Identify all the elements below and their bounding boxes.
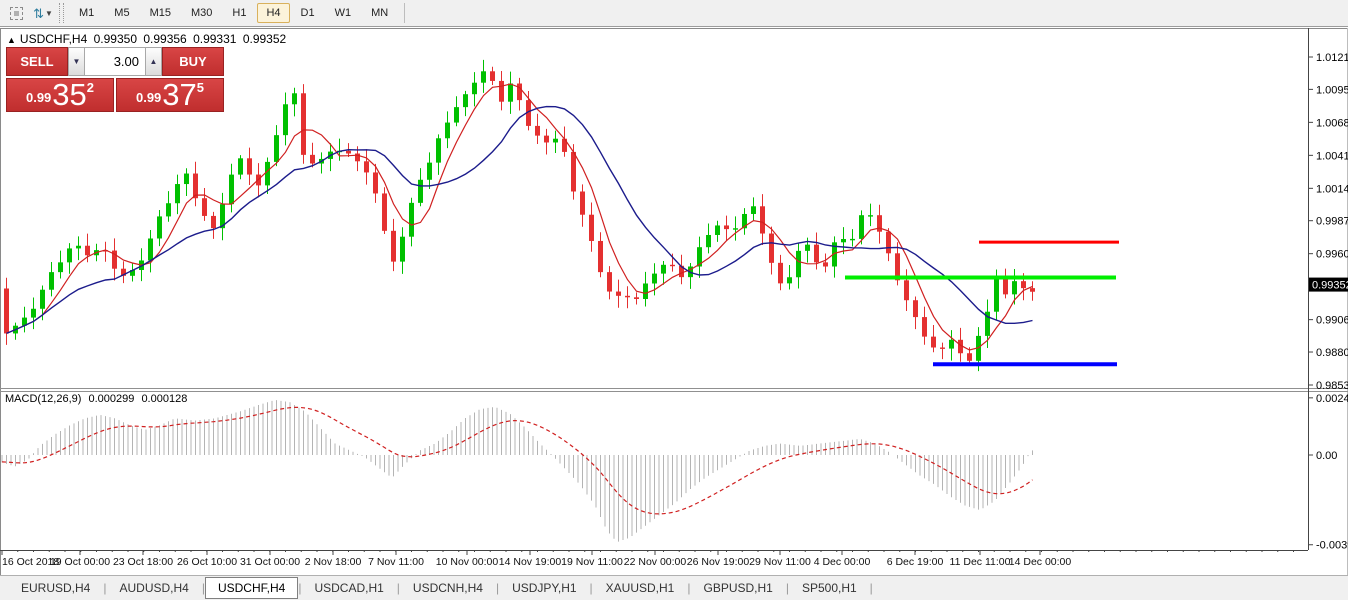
timeframe-group: M1M5M15M30H1H4D1W1MN: [69, 3, 398, 23]
one-click-trade-panel: SELL ▼ ▲ BUY 0.99 35 2 0.99 37 5: [6, 47, 224, 112]
buy-price-button[interactable]: 0.99 37 5: [116, 78, 224, 112]
timeframe-button-w1[interactable]: W1: [326, 3, 361, 23]
macd-tick-label: 0.002492: [1316, 393, 1348, 405]
time-tick-label: 14 Nov 19:00: [499, 556, 562, 568]
time-tick-label: 23 Oct 18:00: [113, 556, 173, 568]
macd-tick-label: -0.003913: [1316, 540, 1348, 552]
sell-price-big: 35: [52, 81, 86, 109]
toolbar-separator: [404, 3, 405, 23]
time-tick-label: 19 Oct 00:00: [50, 556, 110, 568]
time-tick-label: 22 Nov 00:00: [624, 556, 687, 568]
price-tick-label: 1.00410: [1316, 150, 1348, 162]
buy-button[interactable]: BUY: [162, 47, 224, 76]
tab-usdcad-h1[interactable]: USDCAD,H1: [301, 578, 396, 598]
timeframe-button-h4[interactable]: H4: [257, 3, 289, 23]
time-tick-label: 19 Nov 11:00: [561, 556, 623, 568]
time-tick-label: 11 Dec 11:00: [950, 556, 1011, 568]
price-tick-label: 0.99875: [1316, 216, 1348, 228]
price-tick-label: 0.98530: [1316, 380, 1348, 392]
volume-up-button[interactable]: ▲: [145, 47, 162, 76]
timeframe-button-m30[interactable]: M30: [182, 3, 221, 23]
current-price-label: 0.99352: [1312, 280, 1348, 292]
toolbar: ⇅▼ M1M5M15M30H1H4D1W1MN: [0, 0, 1348, 27]
price-tick-label: 1.00140: [1316, 183, 1348, 195]
tab-separator: |: [870, 581, 873, 595]
macd-main-value: 0.000299: [88, 393, 134, 405]
tab-usdcnh-h4[interactable]: USDCNH,H4: [400, 578, 496, 598]
macd-label: MACD(12,26,9) 0.000299 0.000128: [5, 393, 191, 405]
sell-price-sup: 2: [87, 80, 94, 95]
buy-price-sup: 5: [197, 80, 204, 95]
dropdown-caret-icon: ▼: [45, 9, 53, 18]
time-tick-label: 26 Oct 10:00: [177, 556, 237, 568]
ohlc-low: 0.99331: [193, 32, 236, 46]
time-tick-label: 10 Nov 00:00: [436, 556, 499, 568]
sell-price-prefix: 0.99: [26, 88, 51, 109]
chart-title: ▲ USDCHF,H4 0.99350 0.99356 0.99331 0.993…: [7, 32, 289, 46]
tab-sp500-h1[interactable]: SP500,H1: [789, 578, 870, 598]
time-tick-label: 29 Nov 11:00: [749, 556, 811, 568]
tab-gbpusd-h1[interactable]: GBPUSD,H1: [690, 578, 785, 598]
toolbar-grip: [59, 3, 64, 23]
sell-price-button[interactable]: 0.99 35 2: [6, 78, 114, 112]
collapse-triangle-icon[interactable]: ▲: [7, 35, 16, 45]
price-tick-label: 0.99605: [1316, 249, 1348, 261]
timeframe-button-m15[interactable]: M15: [141, 3, 180, 23]
time-tick-label: 14 Dec 00:00: [1009, 556, 1072, 568]
price-tick-label: 1.00950: [1316, 84, 1348, 96]
macd-name: MACD(12,26,9): [5, 393, 81, 405]
selection-icon[interactable]: [5, 3, 27, 23]
timeframe-button-m1[interactable]: M1: [70, 3, 103, 23]
ohlc-high: 0.99356: [143, 32, 186, 46]
volume-down-button[interactable]: ▼: [68, 47, 85, 76]
volume-input[interactable]: [85, 47, 145, 76]
sell-button[interactable]: SELL: [6, 47, 68, 76]
price-tick-label: 0.99065: [1316, 315, 1348, 327]
buy-price-prefix: 0.99: [136, 88, 161, 109]
timeframe-button-mn[interactable]: MN: [362, 3, 397, 23]
price-tick-label: 1.01215: [1316, 52, 1348, 64]
macd-signal-value: 0.000128: [141, 393, 187, 405]
swap-arrows-icon[interactable]: ⇅▼: [32, 3, 54, 23]
chart-symbol: USDCHF,H4: [20, 32, 87, 46]
time-tick-label: 2 Nov 18:00: [305, 556, 362, 568]
time-tick-label: 31 Oct 00:00: [240, 556, 300, 568]
ohlc-open: 0.99350: [94, 32, 137, 46]
macd-tick-label: 0.00: [1316, 450, 1337, 462]
price-tick-label: 1.00680: [1316, 117, 1348, 129]
tab-audusd-h4[interactable]: AUDUSD,H4: [106, 578, 201, 598]
timeframe-button-d1[interactable]: D1: [292, 3, 324, 23]
buy-price-big: 37: [162, 81, 196, 109]
trading-terminal-window: { "toolbar": { "timeframes": ["M1","M5",…: [0, 0, 1348, 600]
time-tick-label: 7 Nov 11:00: [368, 556, 424, 568]
timeframe-button-h1[interactable]: H1: [223, 3, 255, 23]
time-tick-label: 4 Dec 00:00: [814, 556, 871, 568]
tab-eurusd-h4[interactable]: EURUSD,H4: [8, 578, 103, 598]
timeframe-button-m5[interactable]: M5: [105, 3, 138, 23]
time-tick-label: 26 Nov 19:00: [687, 556, 750, 568]
tab-usdjpy-h1[interactable]: USDJPY,H1: [499, 578, 589, 598]
price-tick-label: 0.98800: [1316, 347, 1348, 359]
ohlc-close: 0.99352: [243, 32, 286, 46]
symbol-tabbar: EURUSD,H4|AUDUSD,H4|USDCHF,H4|USDCAD,H1|…: [0, 575, 1348, 600]
tab-xauusd-h1[interactable]: XAUUSD,H1: [593, 578, 688, 598]
time-tick-label: 6 Dec 19:00: [887, 556, 944, 568]
tab-usdchf-h4[interactable]: USDCHF,H4: [205, 577, 298, 599]
